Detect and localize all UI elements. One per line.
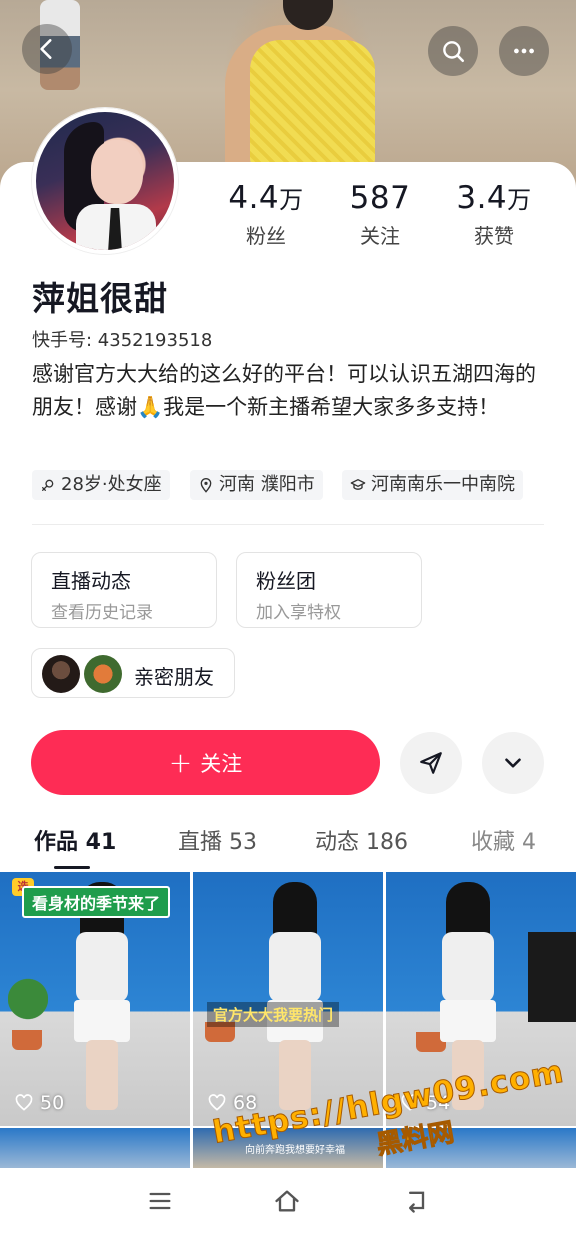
system-back-button[interactable] xyxy=(400,1186,432,1216)
expand-button[interactable] xyxy=(482,732,544,794)
follow-label: 关注 xyxy=(200,751,243,776)
tile-person-skirt xyxy=(440,1000,496,1042)
tab-favorites[interactable]: 收藏 4 xyxy=(471,824,536,856)
tag-age-label: 28岁·处女座 xyxy=(61,474,162,495)
live-history-subtitle: 查看历史记录 xyxy=(51,603,153,623)
fan-club-card[interactable]: 粉丝团 加入享特权 xyxy=(236,552,422,628)
kuaishou-id[interactable]: 快手号: 4352193518 xyxy=(32,326,212,352)
avatar-face xyxy=(91,140,143,204)
more-options-button[interactable] xyxy=(499,26,549,76)
location-pin-icon xyxy=(200,478,212,493)
work-tile[interactable]: 官方大大我要热门 68 xyxy=(193,872,383,1126)
pot xyxy=(12,1030,42,1050)
tab-live[interactable]: 直播 53 xyxy=(178,824,257,856)
close-friends-button[interactable]: 亲密朋友 xyxy=(31,648,235,698)
message-button[interactable] xyxy=(400,732,462,794)
back-button[interactable] xyxy=(22,24,72,74)
stat-fans[interactable]: 4.4万 粉丝 xyxy=(206,180,326,249)
stat-likes-label: 获赞 xyxy=(474,224,514,248)
stat-fans-value: 4.4万 xyxy=(228,180,304,216)
graduation-cap-icon xyxy=(350,479,366,490)
tile-person-top xyxy=(442,932,494,1002)
search-button[interactable] xyxy=(428,26,478,76)
follow-button[interactable]: + 关注 xyxy=(31,730,380,795)
fan-club-subtitle: 加入享特权 xyxy=(256,603,341,623)
work-tile[interactable] xyxy=(0,1128,190,1168)
tab-underline xyxy=(54,866,90,869)
tag-school-label: 河南南乐一中南院 xyxy=(371,474,515,495)
stat-likes[interactable]: 3.4万 获赞 xyxy=(434,180,554,249)
tag-location-label: 河南 濮阳市 xyxy=(219,474,315,495)
home-button[interactable] xyxy=(271,1186,303,1216)
gender-icon xyxy=(42,479,54,491)
return-icon xyxy=(409,1191,425,1213)
home-icon xyxy=(275,1190,299,1212)
profile-tabs: 作品 41 直播 53 动态 186 收藏 4 xyxy=(0,820,576,869)
live-history-title: 直播动态 xyxy=(51,569,131,593)
tile-person-skirt xyxy=(74,1000,130,1042)
chevron-down-icon xyxy=(505,758,521,768)
profile-nickname: 萍姐很甜 xyxy=(32,279,168,318)
tile-person-top xyxy=(269,932,321,1002)
stat-following-label: 关注 xyxy=(360,224,400,248)
back-icon xyxy=(40,39,52,59)
stat-following-value: 587 xyxy=(349,180,411,216)
stat-following[interactable]: 587 关注 xyxy=(320,180,440,249)
send-icon xyxy=(420,752,442,774)
tv xyxy=(528,932,576,1022)
work-likes-count: 50 xyxy=(40,1092,65,1114)
stat-likes-value: 3.4万 xyxy=(456,180,532,216)
work-tile[interactable]: 选 看身材的季节来了 50 xyxy=(0,872,190,1126)
tile-person-top xyxy=(76,932,128,1002)
search-icon xyxy=(443,41,465,63)
close-friends-label: 亲密朋友 xyxy=(134,665,214,689)
heart-icon xyxy=(208,1094,226,1111)
work-likes: 50 xyxy=(14,1092,64,1114)
tile-person-legs xyxy=(86,1040,118,1110)
tag-school: 河南南乐一中南院 xyxy=(342,470,523,500)
friend-avatar xyxy=(42,655,80,693)
stat-fans-label: 粉丝 xyxy=(246,224,286,248)
menu-icon xyxy=(149,1192,171,1210)
cover-yellow-top xyxy=(250,40,375,165)
work-caption: 官方大大我要热门 xyxy=(207,1002,340,1027)
avatar[interactable] xyxy=(32,108,178,254)
more-icon xyxy=(514,48,534,54)
tab-moments[interactable]: 动态 186 xyxy=(315,824,408,856)
system-nav-bar xyxy=(0,1168,576,1234)
tab-works[interactable]: 作品 41 xyxy=(34,824,116,856)
friend-avatar xyxy=(84,655,122,693)
tile-person xyxy=(263,882,327,1110)
stats-row: 4.4万 粉丝 587 关注 3.4万 获赞 xyxy=(196,180,576,250)
fan-club-title: 粉丝团 xyxy=(256,569,316,593)
profile-bio: 感谢官方大大给的这么好的平台！可以认识五湖四海的朋友！感谢🙏我是一个新主播希望大… xyxy=(32,362,536,419)
divider xyxy=(32,524,544,525)
live-history-card[interactable]: 直播动态 查看历史记录 xyxy=(31,552,217,628)
heart-icon xyxy=(15,1094,33,1111)
tag-location: 河南 濮阳市 xyxy=(190,470,323,500)
work-caption: 看身材的季节来了 xyxy=(22,886,171,918)
plus-icon: + xyxy=(168,745,193,779)
tag-age: 28岁·处女座 xyxy=(32,470,170,500)
recent-apps-button[interactable] xyxy=(144,1186,176,1216)
